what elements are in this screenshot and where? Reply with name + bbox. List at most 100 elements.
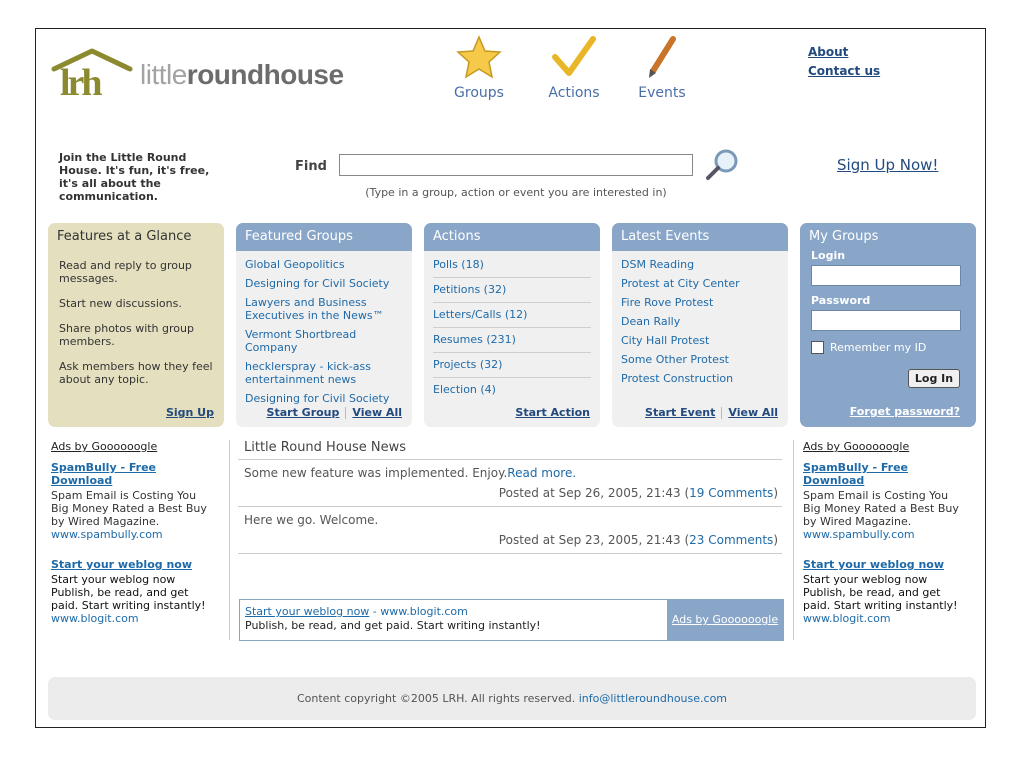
divider [345,407,347,419]
comments-link[interactable]: 19 Comments [689,486,773,500]
about-link[interactable]: About [808,45,848,59]
ad-title[interactable]: Start your weblog now [51,558,211,571]
action-link[interactable]: Polls (18) [433,258,591,278]
remember-checkbox[interactable] [811,341,824,354]
action-link[interactable]: Petitions (32) [433,283,591,303]
read-more-link[interactable]: Read more. [507,466,576,480]
view-all-groups-link[interactable]: View All [352,406,402,419]
page-frame: lrh littleroundhouse Groups Actions Even… [35,28,986,728]
copyright-text: Content copyright ©2005 LRH. All rights … [296,692,579,705]
feature-item: Share photos with group members. [59,322,194,348]
nav-groups[interactable]: Groups [439,35,519,101]
ad-body: Spam Email is Costing You Big Money Rate… [51,489,207,528]
divider [721,407,723,419]
event-link[interactable]: City Hall Protest [621,334,779,347]
password-field[interactable] [811,310,961,331]
event-link[interactable]: DSM Reading [621,258,779,271]
group-link[interactable]: Vermont Shortbread Company [245,328,403,354]
featured-groups-title: Featured Groups [236,223,412,251]
news-close: ) [773,533,778,547]
contact-email-link[interactable]: info@littleroundhouse.com [579,692,727,705]
my-groups-panel: My Groups Login Password Remember my ID … [800,223,976,427]
checkmark-icon [552,36,596,76]
news-posted: Posted at Sep 26, 2005, 21:43 ( [498,486,690,500]
event-link[interactable]: Fire Rove Protest [621,296,779,309]
events-panel: Latest Events DSM Reading Protest at Cit… [612,223,788,427]
svg-text:lrh: lrh [60,62,102,99]
join-text: Join the Little Round House. It's fun, i… [59,151,210,203]
remember-me[interactable]: Remember my ID [811,341,965,354]
nav-actions[interactable]: Actions [534,35,614,101]
start-event-link[interactable]: Start Event [645,406,715,419]
start-action-link[interactable]: Start Action [515,406,590,419]
action-link[interactable]: Projects (32) [433,358,591,378]
my-groups-title: My Groups [800,223,976,245]
logo-word-house: house [263,59,344,90]
ad-body: Start your weblog now Publish, be read, … [803,573,958,612]
comments-link[interactable]: 23 Comments [689,533,773,547]
action-link[interactable]: Letters/Calls (12) [433,308,591,328]
ad-url[interactable]: www.spambully.com [803,528,963,541]
forgot-password-link[interactable]: Forget password? [850,405,960,418]
ad-title[interactable]: SpamBully - Free Download [51,461,211,487]
pen-icon [649,36,676,78]
divider [793,440,794,640]
group-link[interactable]: Lawyers and Business Executives in the N… [245,296,403,322]
nav-events-label: Events [638,85,686,101]
star-icon [456,35,502,79]
event-link[interactable]: Some Other Protest [621,353,779,366]
featured-groups-panel: Featured Groups Global Geopolitics Desig… [236,223,412,427]
find-label: Find [295,159,327,174]
event-link[interactable]: Protest at City Center [621,277,779,290]
action-link[interactable]: Resumes (231) [433,333,591,353]
contact-link[interactable]: Contact us [808,64,880,78]
search-icon[interactable] [704,147,744,183]
news-posted: Posted at Sep 23, 2005, 21:43 ( [498,533,690,547]
group-link[interactable]: hecklerspray - kick-ass entertainment ne… [245,360,403,386]
ads-right: Ads by Goooooogle SpamBully - Free Downl… [803,440,963,625]
ad-url[interactable]: www.blogit.com [803,612,963,625]
nav-actions-label: Actions [548,85,600,101]
ad-title[interactable]: Start your weblog now [803,558,963,571]
event-link[interactable]: Dean Rally [621,315,779,328]
signup-link[interactable]: Sign Up Now! [837,156,938,174]
nav-events[interactable]: Events [622,35,702,101]
news-text: Some new feature was implemented. Enjoy. [244,466,508,480]
news-ad-title[interactable]: Start your weblog now [245,605,369,618]
action-link[interactable]: Election (4) [433,383,591,402]
ads-by-link[interactable]: Ads by Goooooogle [803,440,963,453]
feature-item: Start new discussions. [59,297,182,310]
login-button[interactable]: Log In [908,369,960,388]
news-item: Here we go. Welcome. Posted at Sep 23, 2… [238,507,782,554]
ads-by-link[interactable]: Ads by Goooooogle [51,440,211,453]
news-close: ) [773,486,778,500]
ad-title[interactable]: SpamBully - Free Download [803,461,963,487]
actions-title: Actions [424,223,600,251]
ad-url[interactable]: www.spambully.com [51,528,211,541]
news-ad-url[interactable]: www.blogit.com [380,605,468,618]
divider [229,440,230,640]
event-link[interactable]: Protest Construction [621,372,779,385]
search-input[interactable] [339,154,693,176]
features-signup-link[interactable]: Sign Up [166,406,214,419]
start-group-link[interactable]: Start Group [267,406,340,419]
login-field[interactable] [811,265,961,286]
news-section: Little Round House News Some new feature… [238,440,782,554]
features-panel: Features at a Glance Read and reply to g… [48,223,224,427]
ad-url[interactable]: www.blogit.com [51,612,211,625]
login-label: Login [811,249,846,262]
password-label: Password [811,294,871,307]
house-logo-icon: lrh [51,48,133,104]
actions-panel: Actions Polls (18) Petitions (32) Letter… [424,223,600,427]
news-title: Little Round House News [238,440,782,460]
group-link[interactable]: Designing for Civil Society [245,392,403,405]
group-link[interactable]: Designing for Civil Society [245,277,403,290]
group-link[interactable]: Global Geopolitics [245,258,403,271]
news-ad-adsby[interactable]: Ads by Goooooogle [667,600,783,640]
site-logo[interactable]: lrh littleroundhouse [50,47,350,104]
news-text: Here we go. Welcome. [244,513,379,527]
feature-item: Ask members how they feel about any topi… [59,360,213,386]
view-all-events-link[interactable]: View All [728,406,778,419]
feature-item: Read and reply to group messages. [59,259,192,285]
news-ad-body: Publish, be read, and get paid. Start wr… [245,619,541,632]
